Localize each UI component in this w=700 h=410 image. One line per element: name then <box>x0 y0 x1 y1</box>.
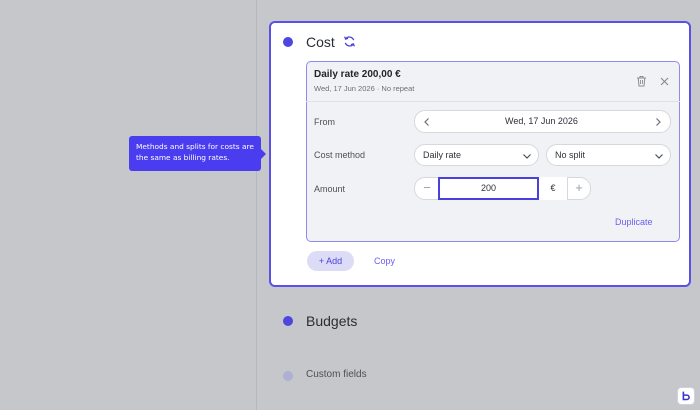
rate-subtitle: Wed, 17 Jun 2026 · No repeat <box>314 84 415 93</box>
from-label: From <box>314 117 335 127</box>
cost-step-dot <box>283 37 293 47</box>
cost-method-select[interactable]: Daily rate <box>414 144 539 166</box>
tooltip: Methods and splits for costs are the sam… <box>129 136 266 171</box>
cost-method-value: Daily rate <box>423 150 462 160</box>
currency-label: € <box>539 177 567 200</box>
decrement-button[interactable]: − <box>416 177 438 199</box>
chevron-left-icon[interactable] <box>422 117 432 127</box>
duplicate-link[interactable]: Duplicate <box>615 217 653 227</box>
amount-label: Amount <box>314 184 346 194</box>
budgets-title[interactable]: Budgets <box>306 313 357 329</box>
chevron-down-icon <box>523 154 531 159</box>
tooltip-text: Methods and splits for costs are the sam… <box>136 142 254 162</box>
custom-fields-step-dot <box>283 371 293 381</box>
custom-fields-title[interactable]: Custom fields <box>306 369 367 380</box>
rate-divider <box>306 101 680 102</box>
copy-button[interactable]: Copy <box>374 256 395 266</box>
amount-input[interactable]: 200 <box>438 177 539 200</box>
chevron-down-icon <box>655 154 663 159</box>
app-logo-icon[interactable] <box>677 387 695 405</box>
add-button[interactable]: + Add <box>307 251 354 271</box>
cost-title: Cost <box>306 34 335 50</box>
budgets-step-dot <box>283 316 293 326</box>
increment-button[interactable]: + <box>568 177 590 199</box>
close-icon[interactable] <box>660 77 669 86</box>
timeline-line <box>256 0 257 410</box>
chevron-right-icon[interactable] <box>653 117 663 127</box>
trash-icon[interactable] <box>636 75 647 87</box>
split-select[interactable]: No split <box>546 144 671 166</box>
refresh-icon[interactable] <box>343 35 356 48</box>
date-value: Wed, 17 Jun 2026 <box>505 116 578 126</box>
split-value: No split <box>555 150 586 160</box>
date-picker[interactable]: Wed, 17 Jun 2026 <box>414 110 671 133</box>
rate-title: Daily rate 200,00 € <box>314 69 401 80</box>
cost-method-label: Cost method <box>314 150 366 160</box>
